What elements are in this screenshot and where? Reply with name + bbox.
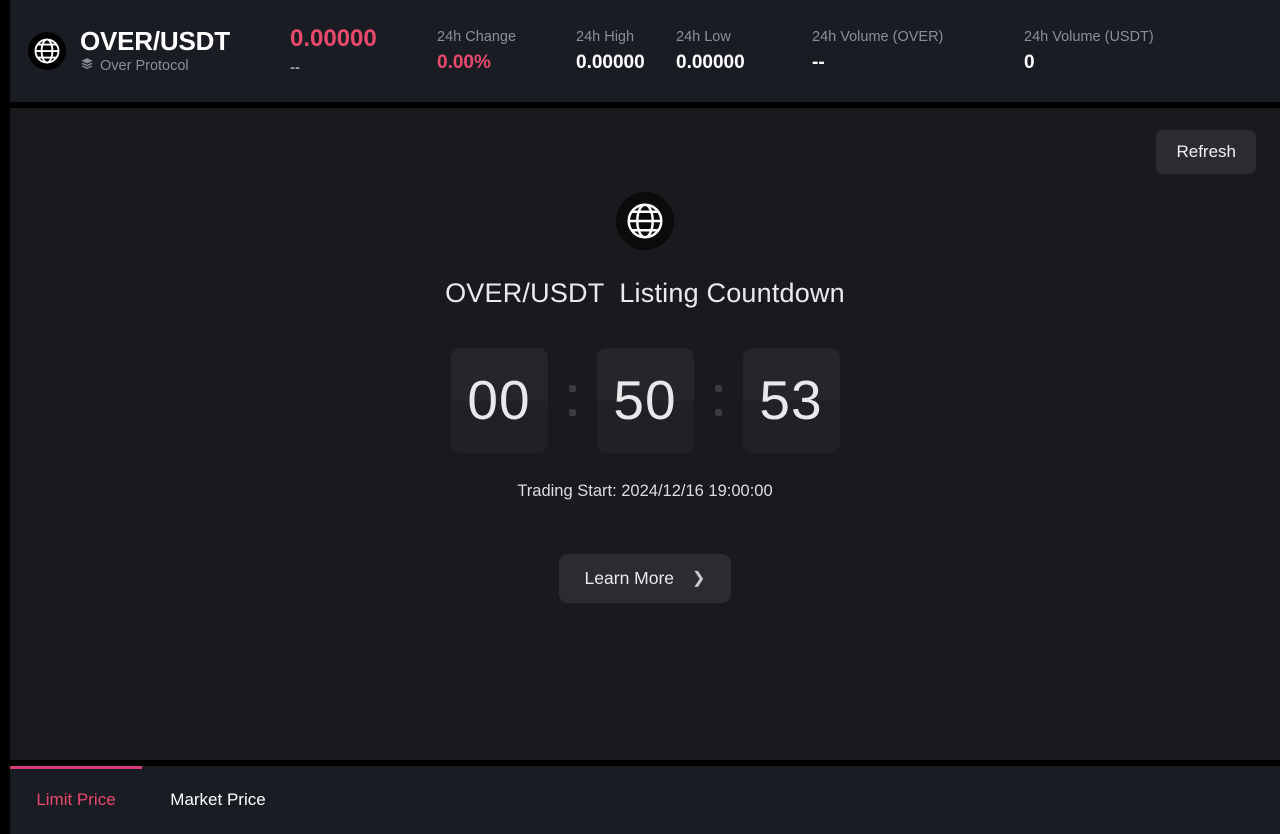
- pair-symbol: OVER/USDT: [80, 25, 230, 56]
- project-row: Over Protocol: [80, 57, 230, 75]
- countdown-seconds: 53: [742, 348, 840, 453]
- project-name: Over Protocol: [100, 58, 189, 75]
- countdown-timer: 00 50 53: [450, 348, 840, 453]
- countdown-hours-value: 00: [467, 369, 531, 431]
- stat-24h-high: 24h High 0.00000: [576, 30, 676, 73]
- order-type-tabbar: Limit Price Market Price: [10, 766, 1280, 834]
- countdown-title: OVER/USDT Listing Countdown: [445, 278, 845, 308]
- last-price-stat: 0.00000 --: [290, 25, 437, 76]
- stat-24h-volume-quote: 24h Volume (USDT) 0: [1024, 30, 1204, 73]
- learn-more-label: Learn More: [584, 568, 675, 588]
- stat-24h-low: 24h Low 0.00000: [676, 30, 812, 73]
- stat-24h-change: 24h Change 0.00%: [437, 30, 576, 73]
- stat-label: 24h Volume (OVER): [812, 28, 944, 45]
- trading-start-text: Trading Start: 2024/12/16 19:00:00: [517, 482, 773, 500]
- tab-market-price[interactable]: Market Price: [142, 766, 294, 834]
- countdown-separator: [548, 348, 597, 453]
- stat-value: --: [812, 52, 825, 74]
- globe-icon: [28, 32, 66, 70]
- last-price-value: 0.00000: [290, 25, 377, 52]
- countdown-minutes: 50: [596, 348, 694, 453]
- stat-value: 0.00000: [576, 52, 645, 74]
- chart-placeholder-panel: Refresh OVER/USDT Listing Countdown 00 5…: [10, 108, 1280, 760]
- ticker-header: OVER/USDT Over Protocol 0.00000 -- 24h C…: [10, 0, 1280, 102]
- stat-value: 0.00%: [437, 52, 491, 74]
- layers-icon: [80, 57, 94, 75]
- stat-value: 0.00000: [676, 52, 745, 74]
- learn-more-button[interactable]: Learn More ❯: [558, 554, 732, 603]
- globe-icon: [616, 192, 674, 250]
- countdown-minutes-value: 50: [613, 369, 677, 431]
- pair-text: OVER/USDT Over Protocol: [80, 27, 230, 76]
- stat-label: 24h Low: [676, 28, 731, 45]
- stat-label: 24h Change: [437, 28, 517, 45]
- countdown-hours: 00: [450, 348, 548, 453]
- stat-value: 0: [1024, 52, 1035, 74]
- tab-limit-price[interactable]: Limit Price: [10, 766, 142, 834]
- listing-countdown: OVER/USDT Listing Countdown 00 50 53 Tra…: [10, 192, 1280, 603]
- stat-label: 24h High: [576, 28, 635, 45]
- trading-app: OVER/USDT Over Protocol 0.00000 -- 24h C…: [0, 0, 1280, 834]
- countdown-separator: [694, 348, 743, 453]
- last-price-sub: --: [290, 59, 300, 76]
- stat-label: 24h Volume (USDT): [1024, 28, 1154, 45]
- refresh-button[interactable]: Refresh: [1156, 130, 1256, 174]
- stat-24h-volume-base: 24h Volume (OVER) --: [812, 30, 1024, 73]
- chevron-right-icon: ❯: [692, 569, 706, 587]
- pair-block[interactable]: OVER/USDT Over Protocol: [28, 27, 290, 76]
- countdown-seconds-value: 53: [759, 369, 823, 431]
